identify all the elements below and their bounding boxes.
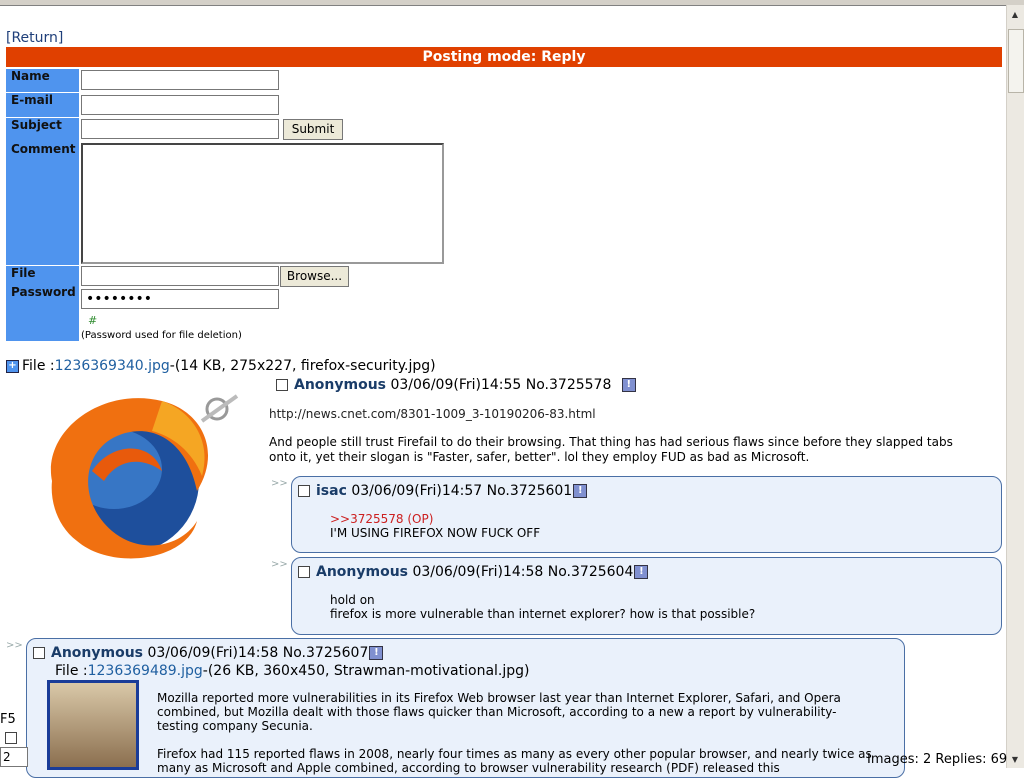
reply-delete-checkbox[interactable] [33, 647, 45, 659]
reply-paragraph: Firefox had 115 reported flaws in 2008, … [157, 747, 872, 775]
posting-mode-bar: Posting mode: Reply [6, 47, 1002, 67]
reply-delete-checkbox[interactable] [298, 566, 310, 578]
op-file-prefix: File : [22, 358, 55, 374]
expand-plus-icon[interactable]: + [6, 359, 19, 373]
reply-datetime: 03/06/09(Fri)14:57 [351, 483, 483, 499]
reply-poster-name: Anonymous [316, 564, 409, 580]
reply-post: isac 03/06/09(Fri)14:57 No.3725601! >>37… [291, 476, 1002, 553]
vertical-scrollbar[interactable]: ▲ ▼ [1006, 5, 1024, 768]
reply-thumbnail[interactable] [47, 680, 139, 770]
reply-datetime: 03/06/09(Fri)14:58 [412, 564, 544, 580]
scroll-thumb[interactable] [1008, 29, 1024, 93]
name-field[interactable] [81, 70, 279, 90]
email-label: E-mail [6, 93, 79, 117]
op-datetime: 03/06/09(Fri)14:55 [390, 377, 522, 393]
f5-checkbox[interactable] [5, 732, 17, 744]
f5-interval-input[interactable]: 2 [0, 747, 28, 767]
scroll-up-icon[interactable]: ▲ [1008, 8, 1022, 22]
reply-arrow: >> [271, 559, 288, 570]
op-url-text: http://news.cnet.com/8301-1009_3-1019020… [269, 407, 596, 421]
file-field[interactable] [81, 266, 279, 286]
reply-body: >>3725578 (OP) I'M USING FIREFOX NOW FUC… [330, 512, 540, 540]
op-file-link[interactable]: 1236369340.jpg [55, 358, 170, 374]
thread-stats: Images: 2 Replies: 69 [867, 752, 1008, 767]
browse-button[interactable]: Browse... [280, 266, 349, 287]
browser-top-edge [0, 0, 1024, 6]
scroll-down-icon[interactable]: ▼ [1008, 753, 1022, 767]
reply-file-line: File :1236369489.jpg-(26 KB, 360x450, St… [55, 663, 529, 679]
name-label: Name [6, 69, 79, 92]
reply-text-line: firefox is more vulnerable than internet… [330, 607, 756, 621]
comment-label: Comment [6, 142, 79, 265]
hash-link[interactable]: # [88, 314, 97, 327]
reply-header: isac 03/06/09(Fri)14:57 No.3725601! [298, 483, 588, 499]
reply-datetime: 03/06/09(Fri)14:58 [147, 645, 279, 661]
reply-body: Mozilla reported more vulnerabilities in… [157, 691, 877, 775]
report-icon[interactable]: ! [634, 565, 649, 579]
op-file-meta: -(14 KB, 275x227, firefox-security.jpg) [169, 358, 436, 374]
reply-file-meta: -(26 KB, 360x450, Strawman-motivational.… [202, 663, 530, 679]
comment-textarea[interactable] [81, 143, 444, 264]
reply-text-line: hold on [330, 593, 375, 607]
report-icon[interactable]: ! [369, 646, 384, 660]
reply-post-number[interactable]: No.3725601 [487, 483, 573, 499]
subject-label: Subject [6, 118, 79, 142]
return-link[interactable]: [Return] [6, 30, 63, 46]
reply-text: I'M USING FIREFOX NOW FUCK OFF [330, 526, 541, 540]
reply-paragraph: Mozilla reported more vulnerabilities in… [157, 691, 841, 733]
op-comment: And people still trust Firefail to do th… [269, 435, 953, 464]
email-field[interactable] [81, 95, 279, 115]
reply-body: hold on firefox is more vulnerable than … [330, 593, 755, 621]
reply-header: Anonymous 03/06/09(Fri)14:58 No.3725607! [33, 645, 384, 661]
submit-button[interactable]: Submit [283, 119, 343, 140]
reply-post: Anonymous 03/06/09(Fri)14:58 No.3725607!… [26, 638, 905, 778]
password-label: Password [11, 285, 76, 299]
reply-post: Anonymous 03/06/09(Fri)14:58 No.3725604!… [291, 557, 1002, 635]
password-field[interactable]: •••••••• [81, 289, 279, 309]
report-icon[interactable]: ! [621, 378, 636, 392]
reply-poster-name: Anonymous [51, 645, 144, 661]
reply-arrow: >> [6, 640, 23, 651]
op-post-number[interactable]: No.3725578 [526, 377, 612, 393]
reply-post-number[interactable]: No.3725604 [548, 564, 634, 580]
reply-arrow: >> [271, 478, 288, 489]
file-password-label: File Password [6, 266, 79, 341]
reply-file-link[interactable]: 1236369489.jpg [88, 663, 203, 679]
op-poster-name: Anonymous [294, 377, 387, 393]
op-thumbnail-firefox-logo[interactable] [22, 381, 262, 571]
reply-header: Anonymous 03/06/09(Fri)14:58 No.3725604! [298, 564, 649, 580]
reply-file-prefix: File : [55, 663, 88, 679]
report-icon[interactable]: ! [573, 484, 588, 498]
password-note: (Password used for file deletion) [81, 330, 242, 341]
op-file-line: + File :1236369340.jpg-(14 KB, 275x227, f… [6, 358, 436, 374]
op-header: Anonymous 03/06/09(Fri)14:55 No.3725578 … [276, 377, 636, 393]
reply-post-number[interactable]: No.3725607 [283, 645, 369, 661]
op-delete-checkbox[interactable] [276, 379, 288, 391]
subject-field[interactable] [81, 119, 279, 139]
f5-label: F5 [0, 712, 16, 727]
file-label: File [11, 266, 36, 280]
reply-poster-name: isac [316, 483, 347, 499]
quote-link[interactable]: >>3725578 (OP) [330, 512, 540, 526]
reply-delete-checkbox[interactable] [298, 485, 310, 497]
